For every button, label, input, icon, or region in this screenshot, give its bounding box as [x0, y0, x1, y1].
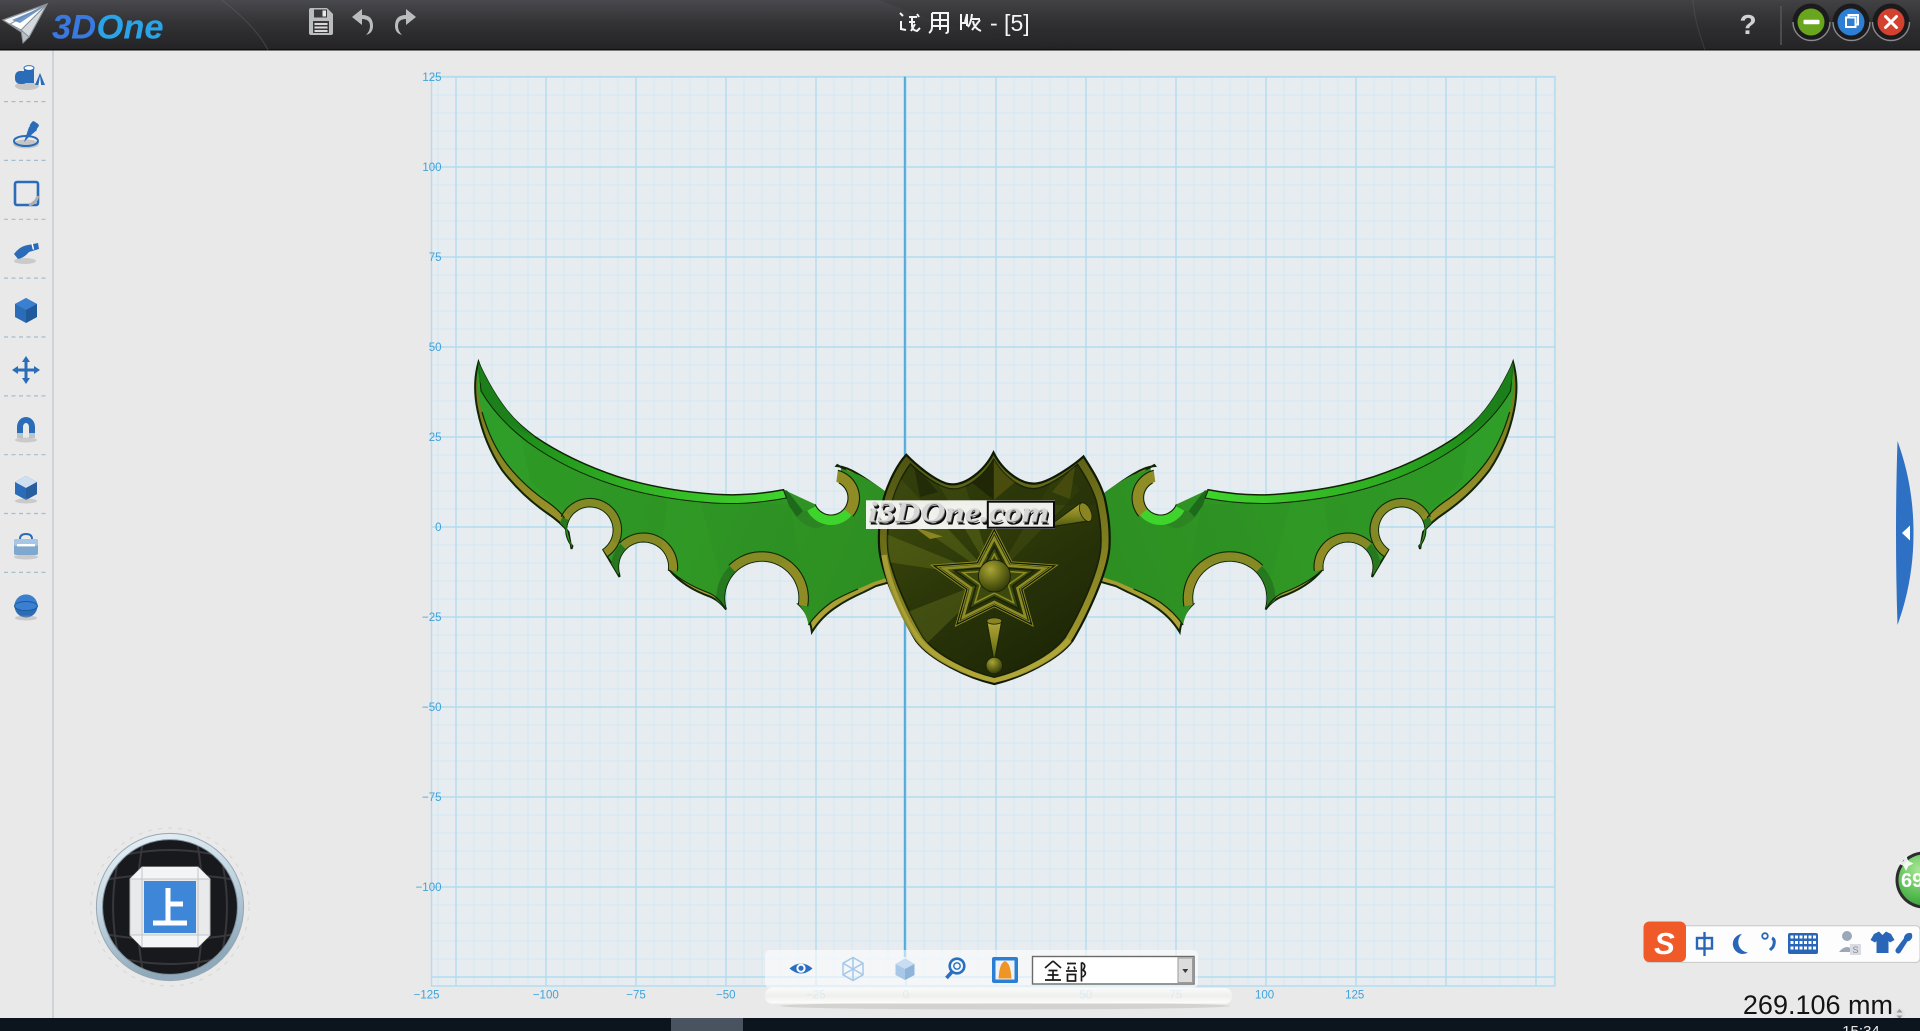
svg-text:S: S: [1654, 926, 1675, 961]
svg-text:−75: −75: [422, 792, 442, 804]
svg-text:100: 100: [1255, 990, 1274, 1002]
svg-text:−100: −100: [533, 990, 559, 1002]
svg-text:25: 25: [429, 432, 442, 444]
svg-text:−125: −125: [414, 990, 440, 1002]
svg-text:269.106 mm: 269.106 mm: [1743, 990, 1893, 1020]
svg-text:15:34: 15:34: [1842, 1023, 1880, 1031]
svg-text:−100: −100: [416, 882, 442, 894]
svg-text:- [5]: - [5]: [990, 10, 1030, 36]
svg-text:69: 69: [1901, 870, 1920, 892]
svg-text:75: 75: [429, 252, 442, 264]
svg-text:125: 125: [1345, 990, 1364, 1002]
svg-text:−25: −25: [422, 612, 442, 624]
svg-text:−50: −50: [422, 702, 442, 714]
svg-text:S: S: [1852, 945, 1858, 955]
svg-text:One: One: [97, 9, 164, 47]
svg-text:?: ?: [1739, 9, 1756, 40]
svg-text:0: 0: [435, 522, 441, 534]
svg-text:−75: −75: [626, 990, 646, 1002]
svg-text:−50: −50: [716, 990, 736, 1002]
svg-text:125: 125: [422, 72, 441, 84]
svg-text:100: 100: [422, 162, 441, 174]
svg-text:i3DOne.com: i3DOne.com: [868, 498, 1049, 529]
svg-text:3D: 3D: [52, 9, 96, 47]
svg-text:50: 50: [429, 342, 442, 354]
